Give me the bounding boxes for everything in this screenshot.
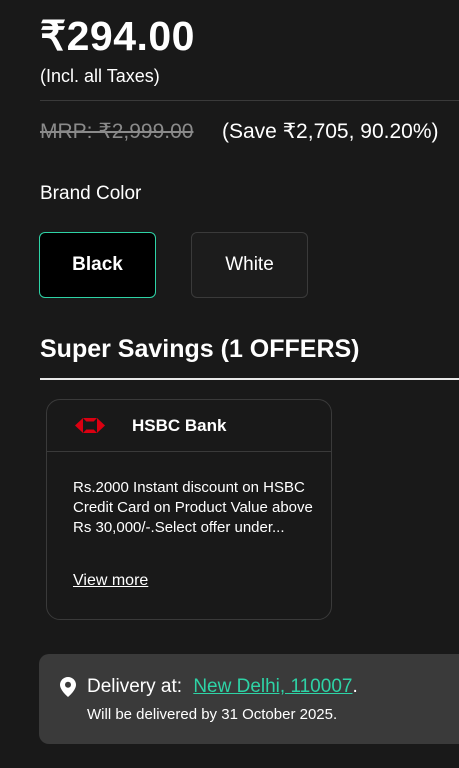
delivery-box: Delivery at: New Delhi, 110007. Will be … [39,654,459,744]
delivery-eta: Will be delivered by 31 October 2025. [87,706,338,723]
color-option-black[interactable]: Black [39,232,156,298]
offer-header: HSBC Bank [47,400,331,452]
brand-color-label: Brand Color [40,183,142,204]
price-current: ₹294.00 [40,13,195,59]
mrp-price: MRP: ₹2,999.00 [40,120,194,143]
super-savings-title: Super Savings (1 OFFERS) [40,335,360,363]
offer-description: Rs.2000 Instant discount on HSBC Credit … [73,479,313,536]
hsbc-logo-icon [75,418,105,433]
delivery-label: Delivery at: [87,676,183,697]
section-divider [40,378,459,380]
delivery-location-link[interactable]: New Delhi, 110007 [193,676,352,697]
map-pin-icon [60,677,76,697]
offer-card: HSBC Bank Rs.2000 Instant discount on HS… [46,399,332,620]
color-option-white[interactable]: White [191,232,308,298]
tax-note: (Incl. all Taxes) [40,66,160,86]
delivery-line: Delivery at: New Delhi, 110007. [87,676,358,698]
save-amount: (Save ₹2,705, 90.20%) [222,120,439,143]
bank-name: HSBC Bank [132,416,227,435]
delivery-period: . [352,676,358,697]
divider [40,100,459,101]
view-more-link[interactable]: View more [73,572,148,590]
